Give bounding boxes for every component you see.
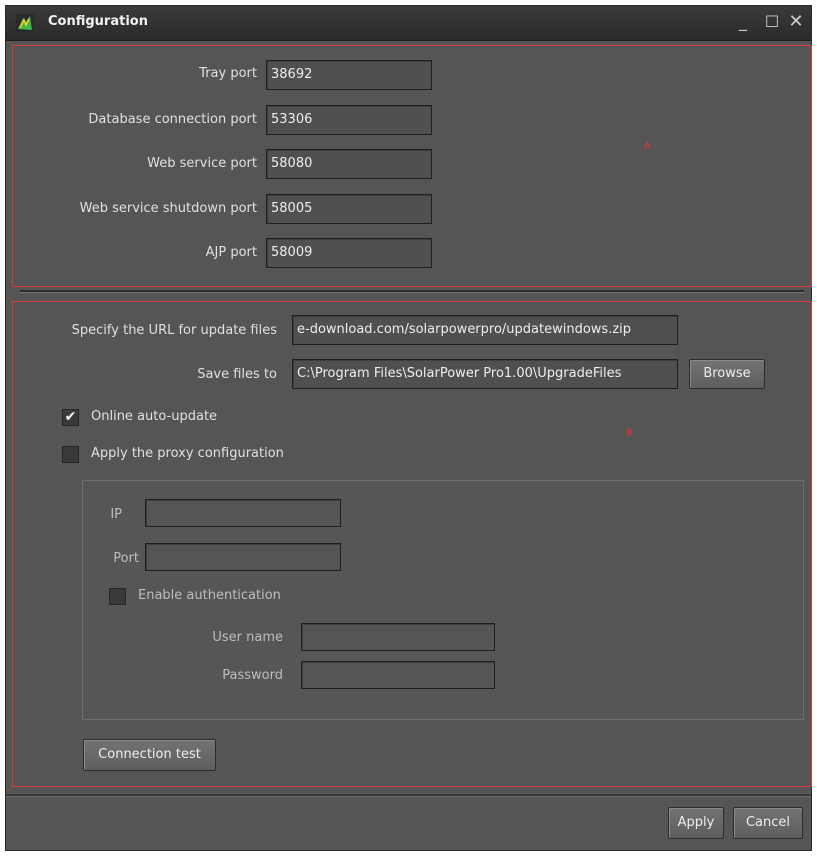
ajp-port-input[interactable]: 58009: [266, 238, 432, 268]
proxy-ip-label: IP: [110, 507, 122, 522]
password-label: Password: [222, 668, 283, 683]
region-a-marker: A: [644, 141, 651, 152]
browse-button[interactable]: Browse: [689, 359, 765, 389]
database-port-label: Database connection port: [88, 112, 257, 127]
web-service-port-input[interactable]: 58080: [266, 149, 432, 179]
online-update-label: Online auto-update: [91, 409, 218, 424]
username-input[interactable]: [301, 623, 495, 651]
save-files-input[interactable]: C:\Program Files\SolarPower Pro1.00\Upgr…: [292, 359, 678, 389]
minimize-icon[interactable]: _: [733, 12, 753, 32]
authentication-checkbox[interactable]: [109, 588, 126, 605]
proxy-checkbox[interactable]: [62, 446, 79, 463]
region-b-marker: B: [626, 428, 633, 439]
save-files-label: Save files to: [197, 367, 277, 382]
update-url-input[interactable]: e-download.com/solarpowerpro/updatewindo…: [292, 315, 678, 345]
tray-port-input[interactable]: 38692: [266, 60, 432, 90]
proxy-port-input[interactable]: [145, 543, 341, 571]
proxy-label: Apply the proxy configuration: [91, 446, 284, 461]
solar-app-icon: [16, 14, 34, 32]
checkmark-icon: ✔: [64, 409, 77, 425]
apply-button[interactable]: Apply: [668, 807, 724, 839]
section-divider: [20, 290, 804, 293]
update-url-label: Specify the URL for update files: [71, 323, 277, 338]
proxy-ip-input[interactable]: [145, 499, 341, 527]
close-icon[interactable]: ✕: [786, 12, 806, 32]
shutdown-port-label: Web service shutdown port: [79, 201, 257, 216]
shutdown-port-input[interactable]: 58005: [266, 194, 432, 224]
configuration-window: Configuration _ ☐ ✕ A Tray port 38692 Da…: [5, 5, 812, 851]
window-title: Configuration: [48, 14, 148, 29]
authentication-label: Enable authentication: [138, 588, 281, 603]
username-label: User name: [212, 630, 283, 645]
connection-test-button[interactable]: Connection test: [83, 739, 216, 771]
maximize-icon[interactable]: ☐: [762, 12, 782, 32]
footer-divider: [6, 794, 811, 797]
ajp-port-label: AJP port: [205, 245, 257, 260]
tray-port-label: Tray port: [199, 66, 257, 81]
title-bar[interactable]: Configuration _ ☐ ✕: [6, 6, 811, 41]
proxy-port-label: Port: [113, 551, 139, 566]
web-service-port-label: Web service port: [147, 156, 257, 171]
online-update-checkbox[interactable]: ✔: [62, 409, 79, 426]
password-input[interactable]: [301, 661, 495, 689]
cancel-button[interactable]: Cancel: [733, 807, 803, 839]
database-port-input[interactable]: 53306: [266, 105, 432, 135]
ports-section: A Tray port 38692 Database connection po…: [12, 45, 812, 287]
